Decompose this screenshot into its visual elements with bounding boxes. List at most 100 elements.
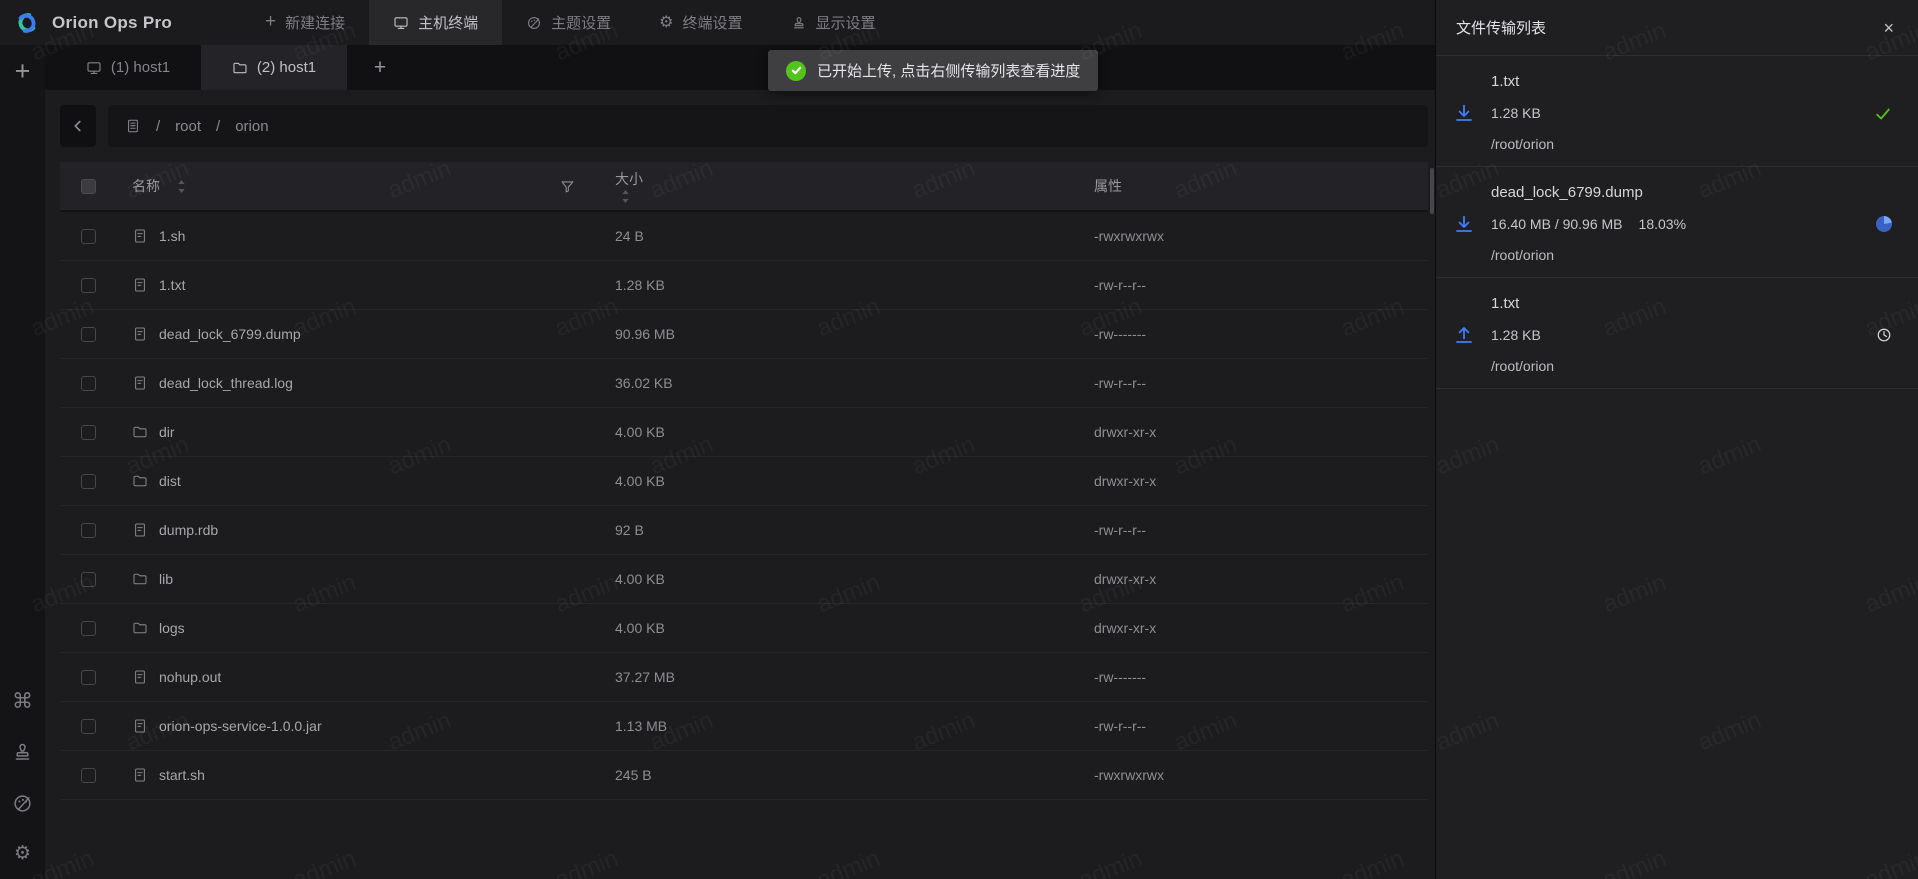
row-checkbox[interactable] [81,621,96,636]
table-row[interactable]: dist4.00 KBdrwxr-xr-x [60,457,1428,506]
app-root: Orion Ops Pro + 新建连接 主机终端 主题设置 ⚙ 终端设置 [0,0,1918,879]
file-icon [132,669,148,685]
tab-label: (2) host1 [257,59,316,76]
sort-icon[interactable] [177,179,186,194]
row-checkbox[interactable] [81,278,96,293]
brand: Orion Ops Pro [12,8,227,38]
file-name[interactable]: lib [159,571,173,587]
nav-label: 终端设置 [683,12,743,33]
table-row[interactable]: logs4.00 KBdrwxr-xr-x [60,604,1428,653]
row-checkbox[interactable] [81,327,96,342]
table-row[interactable]: start.sh245 B-rwxrwxrwx [60,751,1428,800]
file-table: 名称 大小 属性 1.sh24 B [60,162,1428,800]
plus-icon: + [265,12,276,31]
breadcrumb-row: / root / orion [60,105,1428,147]
breadcrumb-orion[interactable]: orion [235,118,268,135]
table-row[interactable]: dead_lock_thread.log36.02 KB-rw-r--r-- [60,359,1428,408]
pending-clock-icon [1876,327,1892,343]
app-title: Orion Ops Pro [52,13,172,33]
close-icon[interactable]: × [1883,19,1894,37]
file-name[interactable]: dead_lock_thread.log [159,375,293,391]
nav-label: 主题设置 [551,12,611,33]
table-row[interactable]: lib4.00 KBdrwxr-xr-x [60,555,1428,604]
add-tab-button[interactable]: + [363,45,397,90]
success-check-icon [1874,105,1892,123]
file-name[interactable]: 1.txt [159,277,185,293]
nav-item-new-connection[interactable]: + 新建连接 [241,0,369,45]
row-checkbox[interactable] [81,376,96,391]
file-attr: -rw-r--r-- [1090,277,1428,293]
transfer-item[interactable]: dead_lock_6799.dump16.40 MB / 90.96 MB18… [1436,167,1918,278]
row-checkbox[interactable] [81,474,96,489]
transfer-item[interactable]: 1.txt1.28 KB/root/orion [1436,56,1918,167]
tab-bar: (1) host1 (2) host1 + [45,45,1435,90]
file-attr: drwxr-xr-x [1090,473,1428,489]
table-row[interactable]: dir4.00 KBdrwxr-xr-x [60,408,1428,457]
table-row[interactable]: 1.sh24 B-rwxrwxrwx [60,212,1428,261]
row-checkbox[interactable] [81,768,96,783]
column-header-name: 名称 [132,176,160,196]
chevron-left-icon [71,119,85,133]
table-row[interactable]: orion-ops-service-1.0.0.jar1.13 MB-rw-r-… [60,702,1428,751]
table-row[interactable]: 1.txt 1.28 KB-rw-r--r-- [60,261,1428,310]
file-name[interactable]: 1.sh [159,228,185,244]
main-area: (1) host1 (2) host1 + [45,45,1435,879]
gear-icon[interactable]: ⚙ [14,844,31,863]
nav-item-host-terminal[interactable]: 主机终端 [369,0,502,45]
row-checkbox[interactable] [81,229,96,244]
stamp-icon[interactable] [12,742,33,763]
file-name[interactable]: orion-ops-service-1.0.0.jar [159,718,322,734]
nav-label: 新建连接 [285,12,345,33]
file-name[interactable]: start.sh [159,767,205,783]
tab-label: (1) host1 [111,59,170,76]
row-checkbox[interactable] [81,572,96,587]
table-row[interactable]: dump.rdb92 B-rw-r--r-- [60,506,1428,555]
select-all-checkbox[interactable] [81,179,96,194]
file-size: 1.28 KB [611,277,1090,293]
file-icon [132,522,148,538]
sort-icon[interactable] [621,189,1090,204]
sidebar-add-button[interactable]: + [15,53,31,89]
row-checkbox[interactable] [81,523,96,538]
file-name[interactable]: logs [159,620,185,636]
file-name[interactable]: dist [159,473,181,489]
table-row[interactable]: nohup.out37.27 MB-rw------- [60,653,1428,702]
transfer-item[interactable]: 1.txt1.28 KB/root/orion [1436,278,1918,389]
file-name[interactable]: dump.rdb [159,522,218,538]
file-list-icon[interactable] [125,118,141,134]
filter-icon[interactable] [560,179,575,194]
left-sidebar: + ⌘ ⚙ [0,45,45,879]
nav-item-display-settings[interactable]: 显示设置 [767,0,900,45]
breadcrumb-separator: / [216,118,220,135]
nav-label: 显示设置 [816,12,876,33]
column-header-attr: 属性 [1094,178,1122,194]
transfer-panel-title: 文件传输列表 [1456,17,1883,38]
folder-icon [232,60,248,76]
scrollbar-thumb[interactable] [1430,168,1434,214]
command-icon[interactable]: ⌘ [12,691,33,712]
download-icon [1454,103,1474,123]
file-attr: -rw-r--r-- [1090,718,1428,734]
palette-icon[interactable] [12,793,33,814]
row-checkbox[interactable] [81,719,96,734]
file-size: 4.00 KB [611,424,1090,440]
file-icon [132,277,148,293]
transfer-size: 1.28 KB [1491,324,1848,346]
file-name[interactable]: dead_lock_6799.dump [159,326,301,342]
table-row[interactable]: dead_lock_6799.dump90.96 MB-rw------- [60,310,1428,359]
nav-label: 主机终端 [418,12,478,33]
back-button[interactable] [60,105,96,147]
file-name[interactable]: nohup.out [159,669,221,685]
file-size: 37.27 MB [611,669,1090,685]
row-checkbox[interactable] [81,670,96,685]
tab-host1-files[interactable]: (2) host1 [201,45,347,90]
row-checkbox[interactable] [81,425,96,440]
nav-item-terminal-settings[interactable]: ⚙ 终端设置 [635,0,766,45]
upload-icon [1454,325,1474,345]
file-name[interactable]: dir [159,424,175,440]
tab-host1-terminal[interactable]: (1) host1 [55,45,201,90]
file-attr: -rwxrwxrwx [1090,767,1428,783]
breadcrumb-root[interactable]: root [175,118,201,135]
nav-item-theme-settings[interactable]: 主题设置 [502,0,635,45]
folder-icon [132,571,148,587]
